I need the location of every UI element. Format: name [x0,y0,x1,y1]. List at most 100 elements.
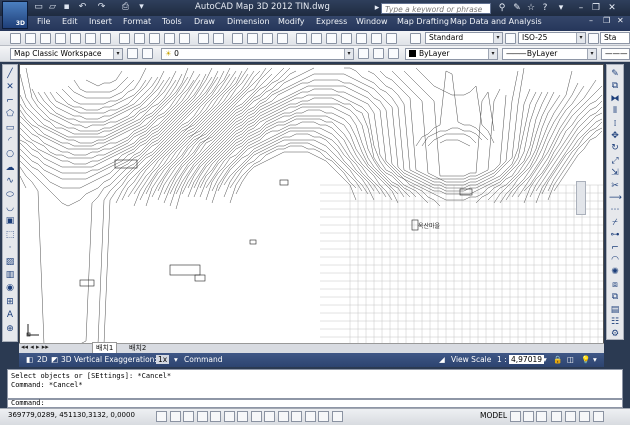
linetype-combo[interactable]: ——— ByLayer ▾ [502,48,597,60]
menu-map-drafting[interactable]: Map Drafting [397,17,449,26]
command-input[interactable]: Command: [7,399,623,408]
tab-nav-arrows[interactable]: ◂◂ ◂ ▸ ▸▸ [21,343,49,351]
nav-bar[interactable] [576,181,586,215]
markup-icon[interactable] [356,33,367,44]
text-style-icon[interactable] [410,33,421,44]
offset-icon[interactable]: ⫴ [609,105,621,117]
qnew-icon[interactable] [10,33,21,44]
break-icon[interactable]: ⌿ [609,217,621,229]
customize-dropdown-icon[interactable]: ▾ [136,2,147,13]
view-3d-button[interactable]: 3D [61,355,72,364]
table-style-icon[interactable] [588,33,599,44]
vertical-exaggeration-value[interactable]: 1x [156,355,170,364]
workspace-settings-icon[interactable] [127,48,138,59]
construction-line-icon[interactable]: ✕ [4,81,16,93]
ellipse-icon[interactable]: ⬭ [4,189,16,201]
tools-icon[interactable]: ✎ [511,2,523,14]
make-current-icon[interactable] [358,48,369,59]
join-icon[interactable]: ⊶ [609,229,621,241]
match-properties-icon[interactable] [164,33,175,44]
lock-icon[interactable]: 🔒 [553,355,562,364]
annotation-icon[interactable]: ◫ [567,355,574,364]
dim-style-combo[interactable]: ISO-25 ▾ [518,32,586,44]
rectangle-icon[interactable]: ▭ [4,122,16,134]
move-icon[interactable]: ✥ [609,130,621,142]
doc-restore-icon[interactable]: ❐ [603,16,610,25]
publish-icon[interactable] [85,33,96,44]
sc-toggle-icon[interactable] [318,411,329,422]
scale-icon[interactable]: ⤢ [609,155,621,167]
view-3d-icon[interactable]: ◩ [51,355,58,364]
add-selected-icon[interactable]: ⊕ [4,323,16,335]
3dosnap-toggle-icon[interactable] [223,411,235,422]
table-icon[interactable]: ⊞ [4,296,16,308]
extend-icon[interactable]: ⟶ [609,192,622,204]
lineweight-combo[interactable]: ——— [601,48,630,60]
menu-express[interactable]: Express [316,17,347,26]
quick-view-drawings-icon[interactable] [523,411,534,422]
ortho-toggle-icon[interactable] [183,411,194,422]
search-input[interactable]: Type a keyword or phrase [381,3,491,14]
tpy-toggle-icon[interactable] [291,411,302,422]
rotate-icon[interactable]: ↻ [609,142,621,154]
arc-icon[interactable]: ◜ [4,135,16,147]
layer-tools-icon[interactable]: ▤ [609,304,621,316]
tool-palettes-icon[interactable] [326,33,337,44]
hatch-icon[interactable]: ▨ [4,256,16,268]
quickcalc-icon[interactable] [371,33,382,44]
drawing-canvas[interactable]: 옥산마을 [19,64,604,344]
menu-modify[interactable]: Modify [278,17,305,26]
undo-icon[interactable]: ↶ [77,2,88,13]
dim-style-icon[interactable] [505,33,516,44]
quick-view-layouts-icon[interactable] [510,411,521,422]
zoom-previous-icon[interactable] [277,33,288,44]
undo-icon[interactable] [198,33,209,44]
view-scale-input[interactable]: 4,97019 [509,355,545,364]
plot-preview-icon[interactable] [70,33,81,44]
ducs-toggle-icon[interactable] [250,411,262,422]
minimize-icon[interactable]: – [575,2,587,14]
design-center-icon[interactable] [311,33,322,44]
multiline-text-icon[interactable]: A [4,309,16,321]
hardware-accel-icon[interactable] [579,411,590,422]
mirror-icon[interactable]: ⧓ [609,93,621,105]
am-toggle-icon[interactable] [331,411,343,422]
menu-edit[interactable]: Edit [62,17,78,26]
polyline-icon[interactable]: ⌐ [4,95,16,107]
restore-icon[interactable]: ❐ [590,2,602,14]
pan-icon[interactable] [232,33,243,44]
polygon-icon[interactable]: ⬠ [4,108,16,120]
close-icon[interactable]: ✕ [606,2,618,14]
otrack-toggle-icon[interactable] [237,411,248,422]
explode-icon[interactable]: ✺ [609,266,621,278]
modify-more-icon[interactable]: ⧉ [609,291,621,303]
ellipse-arc-icon[interactable]: ◡ [4,202,16,214]
grid-toggle-icon[interactable] [169,411,181,422]
layer-previous-icon[interactable] [373,48,384,59]
clean-screen-icon[interactable] [593,411,604,422]
array-icon[interactable]: ⁞ [609,118,621,130]
paste-icon[interactable] [149,33,160,44]
make-block-icon[interactable]: ⬚ [4,229,16,241]
redo-icon[interactable] [213,33,224,44]
gradient-icon[interactable]: ▥ [4,269,16,281]
line-icon[interactable]: ╱ [4,68,16,80]
plot-icon[interactable] [55,33,66,44]
lightbulb-icon[interactable]: 💡 [581,355,590,364]
dropdown-icon[interactable]: ▾ [555,2,567,14]
open-icon[interactable]: ▱ [47,2,58,13]
layer-properties-icon[interactable] [142,48,153,59]
insert-block-icon[interactable]: ▣ [4,215,16,227]
new-icon[interactable]: ▭ [33,2,44,13]
osnap-toggle-icon[interactable] [210,411,221,422]
copy-icon[interactable] [134,33,145,44]
stretch-icon[interactable]: ⇲ [609,167,621,179]
erase-icon[interactable]: ✎ [609,68,621,80]
binoculars-icon[interactable]: ⚲ [496,2,508,14]
doc-minimize-icon[interactable]: – [589,16,593,25]
command-history[interactable]: Select objects or [SEttings]: *Cancel* C… [7,369,623,399]
open-icon[interactable] [25,33,36,44]
qp-toggle-icon[interactable] [304,411,316,422]
color-combo[interactable]: ByLayer ▾ [405,48,498,60]
menu-draw[interactable]: Draw [194,17,215,26]
